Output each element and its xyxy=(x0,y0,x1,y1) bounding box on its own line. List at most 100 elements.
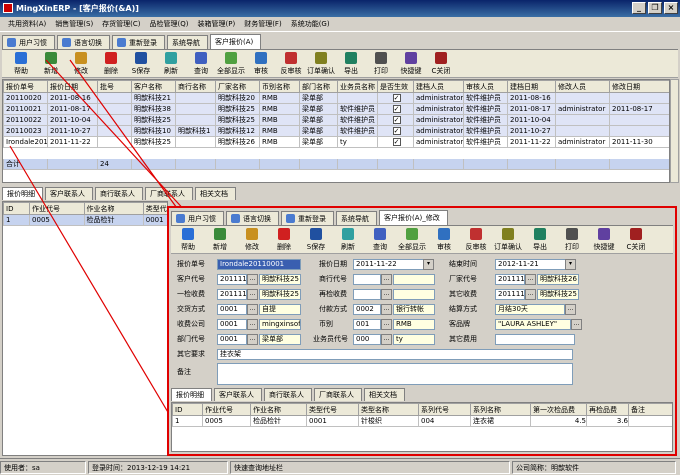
main-tab-1[interactable]: 语言切换 xyxy=(57,35,110,49)
pay-lookup-button[interactable]: … xyxy=(381,304,392,315)
currency-lookup-button[interactable]: … xyxy=(381,319,392,330)
detail-column-header[interactable]: 作业名称 xyxy=(83,202,144,215)
overlay-add-button[interactable]: 新增 xyxy=(205,226,235,253)
overlay-approve-button[interactable]: 审核 xyxy=(429,226,459,253)
other-cost-input[interactable] xyxy=(495,334,575,345)
overlay-tab-0[interactable]: 用户习惯 xyxy=(171,211,224,225)
firm-code-input[interactable] xyxy=(353,274,381,285)
overlay-detail-row[interactable]: 1 0005 检品检针 0001 针梭织 004 连衣裙 4.5 3.6 xyxy=(172,415,672,427)
overlay-print-button[interactable]: 打印 xyxy=(557,226,587,253)
overlay-detail-tab-3[interactable]: 厂商联系人 xyxy=(314,388,362,401)
main-export-button[interactable]: 导出 xyxy=(338,50,364,77)
other-fee-lookup-button[interactable]: … xyxy=(525,289,536,300)
main-tab-0[interactable]: 用户习惯 xyxy=(2,35,55,49)
quote-column-header[interactable]: 批号 xyxy=(97,80,132,93)
brand-lookup-button[interactable]: … xyxy=(571,319,582,330)
main-query-button[interactable]: 查询 xyxy=(188,50,214,77)
active-checkbox[interactable]: ✓ xyxy=(392,94,401,102)
quote-row[interactable]: 20110021 2011-08-17 明歆科技38 明歆科技25 RMB 梁单部 软件维护… xyxy=(3,103,669,115)
menu-finance[interactable]: 财务管理(F) xyxy=(244,17,282,31)
customer-code-input[interactable]: 201111 xyxy=(217,274,247,285)
quote-column-header[interactable]: 业务员名称 xyxy=(337,80,378,93)
menu-system[interactable]: 系统功能(G) xyxy=(291,17,330,31)
brand-field[interactable]: "LAURA ASHLEY" xyxy=(495,319,571,330)
main-grid-scrollbar[interactable] xyxy=(670,79,679,183)
sales-lookup-button[interactable]: … xyxy=(381,334,392,345)
overlay-export-button[interactable]: 导出 xyxy=(525,226,555,253)
quote-column-header[interactable]: 是否生效 xyxy=(377,80,414,93)
overlay-detail-column-header[interactable]: 系列代号 xyxy=(418,403,471,416)
overlay-edit-button[interactable]: 修改 xyxy=(237,226,267,253)
quote-row[interactable]: 20110023 2011-10-27 明歆科技10 明歆科技1 明歆科技12 RMB 梁单… xyxy=(3,125,669,137)
overlay-tab-1[interactable]: 语言切换 xyxy=(226,211,279,225)
overlay-detail-column-header[interactable]: 类型名称 xyxy=(358,403,419,416)
quote-column-header[interactable]: 币别名称 xyxy=(259,80,300,93)
customer-lookup-button[interactable]: … xyxy=(247,274,258,285)
settle-lookup-button[interactable]: … xyxy=(565,304,576,315)
overlay-query-button[interactable]: 查询 xyxy=(365,226,395,253)
overlay-order-confirm-button[interactable]: 订单确认 xyxy=(493,226,523,253)
detail-tab-4[interactable]: 相关文档 xyxy=(195,187,236,200)
overlay-detail-column-header[interactable]: 第一次检品费 xyxy=(530,403,587,416)
factory-code-input[interactable]: 201111 xyxy=(495,274,525,285)
active-checkbox[interactable]: ✓ xyxy=(392,105,401,113)
active-checkbox[interactable]: ✓ xyxy=(392,138,401,146)
currency-code-input[interactable]: 001 xyxy=(353,319,381,330)
overlay-detail-tab-0[interactable]: 报价明细 xyxy=(171,388,212,401)
detail-tab-3[interactable]: 厂商联系人 xyxy=(145,187,193,200)
main-save-button[interactable]: S保存 xyxy=(128,50,154,77)
overlay-tab-2[interactable]: 重新登录 xyxy=(281,211,334,225)
sales-code-input[interactable]: 000 xyxy=(353,334,381,345)
quote-column-header[interactable]: 厂家名称 xyxy=(215,80,260,93)
menu-quality[interactable]: 品检管理(Q) xyxy=(150,17,189,31)
main-close-button[interactable]: C关闭 xyxy=(428,50,454,77)
overlay-detail-column-header[interactable]: 系列名称 xyxy=(470,403,531,416)
end-date-dropdown[interactable]: ▾ xyxy=(565,259,576,270)
overlay-detail-column-header[interactable]: 类型代号 xyxy=(306,403,359,416)
overlay-help-button[interactable]: 帮助 xyxy=(173,226,203,253)
overlay-save-button[interactable]: S保存 xyxy=(301,226,331,253)
overlay-show-all-button[interactable]: 全部显示 xyxy=(397,226,427,253)
quote-column-header[interactable]: 部门名称 xyxy=(299,80,338,93)
detail-tab-0[interactable]: 报价明细 xyxy=(2,187,43,200)
overlay-detail-column-header[interactable]: 作业名称 xyxy=(250,403,307,416)
overlay-refresh-button[interactable]: 刷新 xyxy=(333,226,363,253)
overlay-detail-column-header[interactable]: 再检品费 xyxy=(586,403,629,416)
quote-column-header[interactable]: 报价日期 xyxy=(47,80,98,93)
collect-lookup-button[interactable]: … xyxy=(247,319,258,330)
close-window-button[interactable]: × xyxy=(664,2,678,14)
detail-column-header[interactable]: 作业代号 xyxy=(29,202,85,215)
menu-packing[interactable]: 装箱管理(P) xyxy=(198,17,236,31)
overlay-detail-column-header[interactable]: 备注 xyxy=(628,403,672,416)
main-refresh-button[interactable]: 刷新 xyxy=(158,50,184,77)
collect-code-input[interactable]: 0001 xyxy=(217,319,247,330)
quote-row[interactable]: Irondale20112011-11-22明歆科技25明歆科技26RMB梁单部… xyxy=(3,136,669,148)
main-edit-button[interactable]: 修改 xyxy=(68,50,94,77)
other-req-input[interactable]: 挂衣架 xyxy=(217,349,573,360)
other-fee-code-input[interactable]: 201111 xyxy=(495,289,525,300)
overlay-detail-column-header[interactable]: ID xyxy=(172,403,203,416)
quote-column-header[interactable]: 审核人员 xyxy=(463,80,508,93)
overlay-detail-tab-4[interactable]: 相关文档 xyxy=(364,388,405,401)
detail-tab-1[interactable]: 客户联系人 xyxy=(45,187,93,200)
quote-column-header[interactable]: 建档日期 xyxy=(507,80,556,93)
overlay-unapprove-button[interactable]: 反审核 xyxy=(461,226,491,253)
quote-column-header[interactable]: 修改日期 xyxy=(609,80,669,93)
re-fee-lookup-button[interactable]: … xyxy=(381,289,392,300)
dept-lookup-button[interactable]: … xyxy=(247,334,258,345)
main-order-confirm-button[interactable]: 订单确认 xyxy=(307,50,335,77)
quote-no-input[interactable]: Irondale20110001 xyxy=(217,259,301,270)
settle-field[interactable]: 月结30天 xyxy=(495,304,565,315)
firm-lookup-button[interactable]: … xyxy=(381,274,392,285)
active-checkbox[interactable]: ✓ xyxy=(392,116,401,124)
quote-row[interactable]: 20110020 2011-08-16 明歆科技21 明歆科技20 RMB 梁单部 ✓ adm… xyxy=(3,92,669,104)
detail-tab-2[interactable]: 商行联系人 xyxy=(95,187,143,200)
restore-button[interactable]: ❐ xyxy=(648,2,662,14)
main-shortcut-button[interactable]: 快捷键 xyxy=(398,50,424,77)
quote-column-header[interactable]: 建档人员 xyxy=(413,80,464,93)
quote-date-dropdown[interactable]: ▾ xyxy=(423,259,434,270)
main-tab-3[interactable]: 系统导航 xyxy=(167,35,208,49)
active-checkbox[interactable]: ✓ xyxy=(392,127,401,135)
end-date-input[interactable]: 2012-11-21 xyxy=(495,259,575,270)
overlay-tab-3[interactable]: 系统导航 xyxy=(336,211,377,225)
